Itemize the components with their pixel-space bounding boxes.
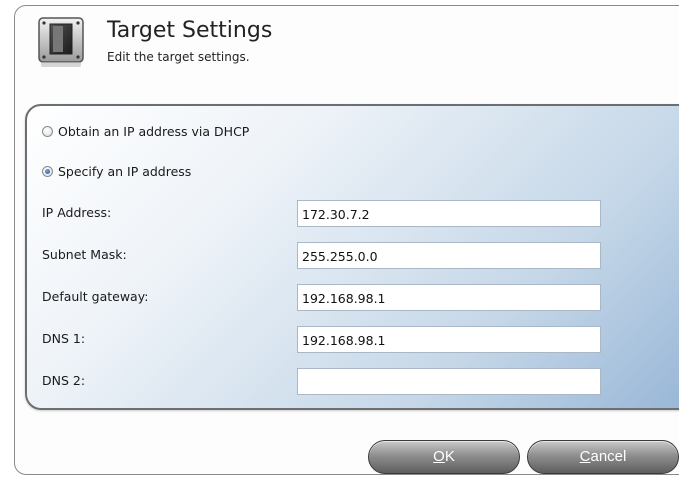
static-ip-radio-label: Specify an IP address (58, 164, 192, 179)
dns2-label: DNS 2: (42, 373, 86, 388)
ip-address-input[interactable]: 172.30.7.2 (297, 200, 601, 227)
device-settings-icon (38, 17, 84, 67)
ok-mnemonic: O (433, 448, 445, 465)
dialog-subtitle: Edit the target settings. (107, 50, 250, 64)
ok-button[interactable]: OK (368, 440, 520, 474)
default-gateway-input[interactable]: 192.168.98.1 (297, 284, 601, 311)
dhcp-radio-button[interactable] (42, 126, 53, 137)
cancel-label-rest: ancel (590, 448, 627, 465)
static-ip-radio-button[interactable] (42, 166, 53, 177)
dns2-input[interactable] (297, 368, 601, 395)
cancel-button[interactable]: Cancel (527, 440, 679, 474)
dns1-input[interactable]: 192.168.98.1 (297, 326, 601, 353)
ip-address-label: IP Address: (42, 205, 112, 220)
dhcp-radio-label: Obtain an IP address via DHCP (58, 124, 250, 139)
static-ip-radio-option[interactable]: Specify an IP address (42, 164, 191, 179)
dhcp-radio-option[interactable]: Obtain an IP address via DHCP (42, 124, 249, 139)
dns1-label: DNS 1: (42, 331, 86, 346)
subnet-mask-label: Subnet Mask: (42, 247, 127, 262)
default-gateway-label: Default gateway: (42, 289, 149, 304)
ok-label-rest: K (444, 448, 455, 465)
subnet-mask-input[interactable]: 255.255.0.0 (297, 242, 601, 269)
cancel-mnemonic: C (579, 448, 591, 465)
dialog-title: Target Settings (107, 18, 273, 43)
